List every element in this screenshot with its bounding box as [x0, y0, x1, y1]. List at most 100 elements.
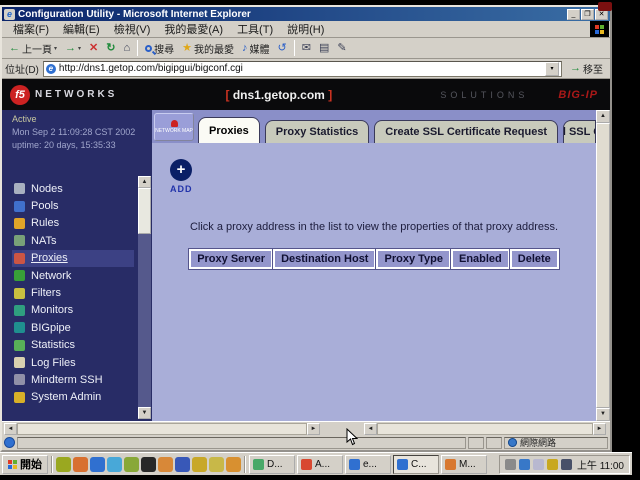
sidebar-item[interactable]: Log Files	[12, 354, 134, 371]
scroll-right-icon[interactable]: ►	[307, 423, 320, 435]
menu-item[interactable]: 說明(H)	[280, 23, 331, 37]
network-map-button[interactable]: NETWORK MAP	[154, 113, 194, 141]
sidebar-item[interactable]: NATs	[12, 232, 134, 249]
table-header-cell[interactable]: Delete	[510, 249, 559, 269]
scroll-right-icon[interactable]: ►	[593, 423, 606, 435]
sidebar-scrollbar-horizontal[interactable]: ◄ ►	[4, 423, 320, 435]
forward-button[interactable]: → ▾	[61, 42, 85, 55]
windows-flag-icon	[595, 25, 604, 34]
task-button[interactable]: e...	[345, 455, 391, 474]
stop-button[interactable]: ✕	[85, 42, 102, 55]
history-button[interactable]: ↺	[274, 42, 291, 55]
mouse-cursor	[346, 428, 358, 446]
sidebar-item[interactable]: Rules	[12, 215, 134, 232]
task-button[interactable]: C...	[393, 455, 439, 474]
quicklaunch-icon[interactable]	[175, 457, 190, 472]
menu-item[interactable]: 工具(T)	[230, 23, 280, 37]
tray-icon[interactable]	[561, 459, 572, 470]
sidebar-item[interactable]: Mindterm SSH	[12, 371, 134, 388]
forward-dropdown-icon[interactable]: ▾	[78, 45, 81, 52]
menu-item[interactable]: 檔案(F)	[6, 23, 56, 37]
add-button[interactable]: + ADD	[170, 159, 193, 194]
tab[interactable]: Create SSL Certificate Request	[374, 120, 558, 143]
scroll-up-icon[interactable]: ▲	[596, 110, 610, 123]
task-button[interactable]: D...	[249, 455, 295, 474]
refresh-button[interactable]: ↻	[102, 42, 119, 55]
media-button[interactable]: ♪ 媒體	[238, 40, 274, 57]
scroll-left-icon[interactable]: ◄	[4, 423, 17, 435]
sidebar-item-icon	[14, 201, 25, 212]
quicklaunch-icon[interactable]	[107, 457, 122, 472]
sidebar-scrollbar[interactable]: ▲ ▼	[138, 176, 151, 419]
quicklaunch-icon[interactable]	[209, 457, 224, 472]
sidebar-item[interactable]: BIGpipe	[12, 319, 134, 336]
scroll-up-icon[interactable]: ▲	[138, 176, 151, 188]
print-button[interactable]: ▤	[315, 42, 333, 55]
sidebar-item-label: Log Files	[31, 357, 76, 369]
back-button[interactable]: ← 上一頁 ▾	[5, 40, 61, 57]
tray-icon[interactable]	[505, 459, 516, 470]
quicklaunch-icon[interactable]	[90, 457, 105, 472]
device-status: Active Mon Sep 2 11:09:28 CST 2002 uptim…	[2, 110, 152, 150]
tray-icon[interactable]	[547, 459, 558, 470]
home-button[interactable]: ⌂	[119, 42, 134, 55]
search-button[interactable]: 搜尋	[141, 40, 178, 57]
table-header-cell[interactable]: Proxy Type	[376, 249, 451, 269]
quicklaunch-icon[interactable]	[73, 457, 88, 472]
sidebar-item[interactable]: Network	[12, 267, 134, 284]
search-icon	[145, 45, 152, 52]
address-input[interactable]: e http://dns1.getop.com/bigipgui/bigconf…	[43, 61, 562, 77]
table-header-cell[interactable]: Proxy Server	[189, 249, 273, 269]
sidebar-item[interactable]: Pools	[12, 197, 134, 214]
scroll-track[interactable]	[17, 423, 307, 435]
scroll-down-icon[interactable]: ▼	[138, 407, 151, 419]
sidebar-item[interactable]: Nodes	[12, 180, 134, 197]
windows-logo-icon	[8, 460, 17, 469]
address-url[interactable]: http://dns1.getop.com/bigipgui/bigconf.c…	[59, 63, 542, 74]
quicklaunch-icon[interactable]	[141, 457, 156, 472]
tab[interactable]: Proxy Statistics	[265, 120, 370, 143]
favorites-button[interactable]: ★ 我的最愛	[178, 40, 238, 57]
quicklaunch-icon[interactable]	[226, 457, 241, 472]
go-arrow-icon: →	[570, 63, 581, 74]
sidebar-item[interactable]: Statistics	[12, 337, 134, 354]
maximize-button[interactable]: ❐	[581, 9, 594, 20]
mail-button[interactable]: ✉	[298, 42, 315, 55]
main-scrollbar-horizontal[interactable]: ◄ ►	[364, 423, 606, 435]
quicklaunch-icon[interactable]	[56, 457, 71, 472]
sidebar-item[interactable]: Filters	[12, 284, 134, 301]
sidebar-item-icon	[14, 288, 25, 299]
taskbar-clock[interactable]: 上午 11:00	[577, 457, 624, 472]
task-button[interactable]: M...	[441, 455, 487, 474]
quicklaunch-icon[interactable]	[158, 457, 173, 472]
start-button[interactable]: 開始	[2, 455, 48, 474]
scroll-thumb[interactable]	[596, 123, 610, 408]
scroll-thumb[interactable]	[138, 188, 151, 234]
page-content: f5 NETWORKS [ dns1.getop.com ] SOLUTIONS…	[2, 79, 610, 435]
tab[interactable]: Proxies	[198, 117, 260, 143]
page-scrollbar-vertical[interactable]: ▲ ▼	[596, 110, 610, 421]
add-plus-icon[interactable]: +	[170, 159, 192, 181]
minimize-button[interactable]: _	[567, 9, 580, 20]
scroll-left-icon[interactable]: ◄	[364, 423, 377, 435]
task-button[interactable]: A...	[297, 455, 343, 474]
quicklaunch-icon[interactable]	[192, 457, 207, 472]
menu-item[interactable]: 檢視(V)	[107, 23, 158, 37]
scroll-track[interactable]	[377, 423, 593, 435]
address-dropdown-icon[interactable]: ▾	[545, 62, 559, 76]
sidebar-item[interactable]: System Admin	[12, 389, 134, 406]
scroll-down-icon[interactable]: ▼	[596, 408, 610, 421]
sidebar-item[interactable]: Proxies	[12, 250, 134, 267]
quicklaunch-icon[interactable]	[124, 457, 139, 472]
table-header-cell[interactable]: Destination Host	[273, 249, 376, 269]
menu-item[interactable]: 編輯(E)	[56, 23, 107, 37]
tray-icon[interactable]	[533, 459, 544, 470]
go-button[interactable]: → 移至	[566, 61, 607, 76]
edit-button[interactable]: ✎	[333, 42, 350, 55]
back-dropdown-icon[interactable]: ▾	[54, 45, 57, 52]
tray-icon[interactable]	[519, 459, 530, 470]
table-header-cell[interactable]: Enabled	[451, 249, 510, 269]
tab[interactable]: Install SSL Certifi	[563, 120, 596, 143]
sidebar-item[interactable]: Monitors	[12, 302, 134, 319]
menu-item[interactable]: 我的最愛(A)	[157, 23, 230, 37]
